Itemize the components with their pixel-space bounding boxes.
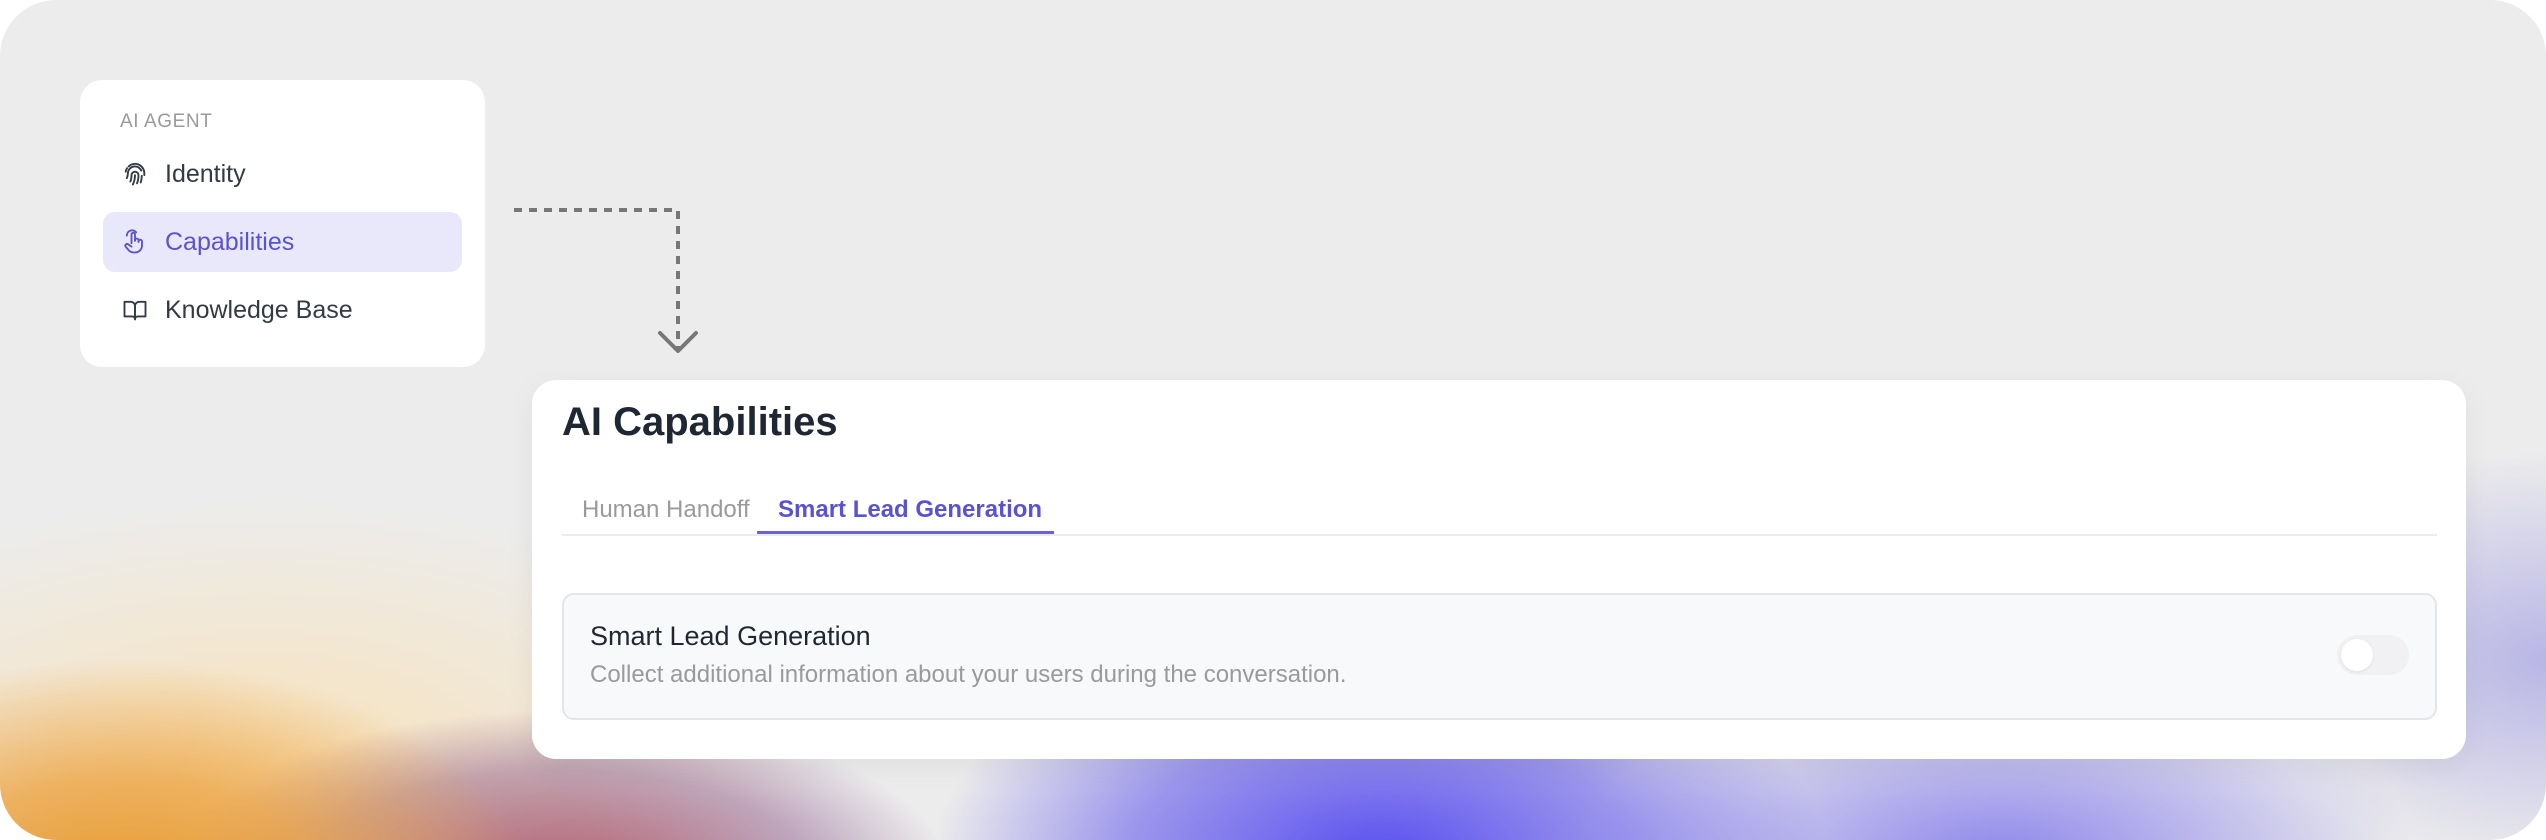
setting-smart-lead-generation: Smart Lead Generation Collect additional… xyxy=(562,593,2437,720)
connector-arrow-icon xyxy=(514,208,698,353)
sidebar-item-capabilities[interactable]: Capabilities xyxy=(103,212,462,272)
setting-title: Smart Lead Generation xyxy=(590,621,871,651)
capabilities-panel: AI Capabilities Human Handoff Smart Lead… xyxy=(532,380,2466,759)
lead-generation-toggle[interactable] xyxy=(2337,635,2409,675)
sidebar-section-label: AI AGENT xyxy=(120,111,213,132)
toggle-knob xyxy=(2341,639,2373,671)
app-frame: AI AGENT Identity Capabilities Knowledge… xyxy=(0,0,2546,840)
sidebar: AI AGENT Identity Capabilities Knowledge… xyxy=(80,80,485,367)
page-title: AI Capabilities xyxy=(562,400,838,444)
sidebar-item-label: Identity xyxy=(165,159,246,188)
active-tab-indicator xyxy=(757,531,1054,534)
sidebar-item-label: Capabilities xyxy=(165,227,295,256)
tab-human-handoff[interactable]: Human Handoff xyxy=(582,490,750,534)
sidebar-item-knowledge-base[interactable]: Knowledge Base xyxy=(103,280,462,340)
pointer-hand-icon xyxy=(121,228,149,256)
sidebar-item-identity[interactable]: Identity xyxy=(103,144,462,204)
fingerprint-icon xyxy=(121,160,149,188)
tab-bar: Human Handoff Smart Lead Generation xyxy=(562,490,2437,536)
tab-smart-lead-generation[interactable]: Smart Lead Generation xyxy=(778,490,1042,534)
book-open-icon xyxy=(121,296,149,324)
setting-description: Collect additional information about you… xyxy=(590,661,1347,688)
sidebar-item-label: Knowledge Base xyxy=(165,295,353,324)
